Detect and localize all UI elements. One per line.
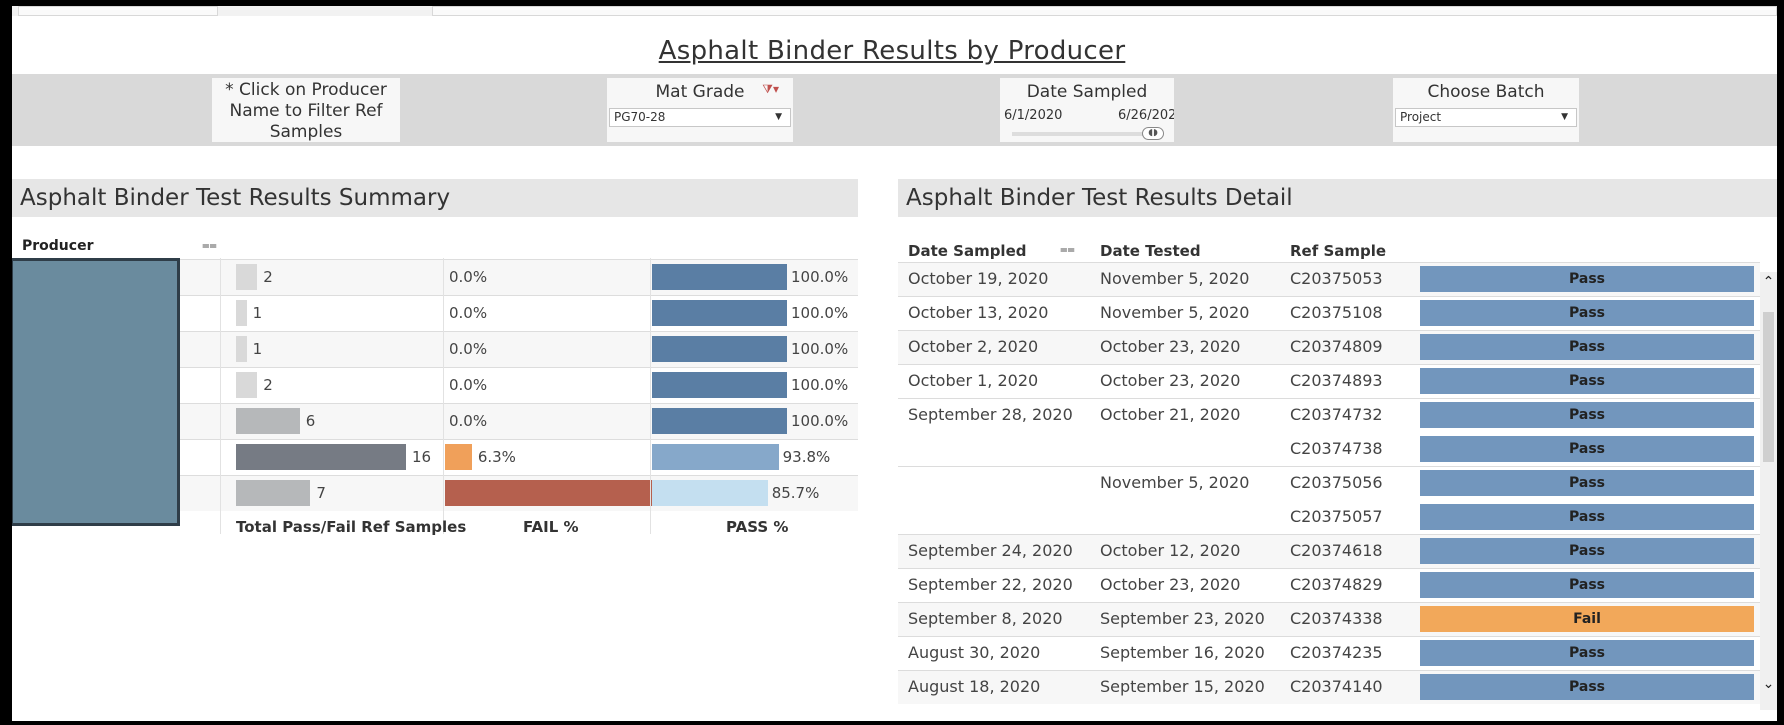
window-frame [0,0,1784,725]
